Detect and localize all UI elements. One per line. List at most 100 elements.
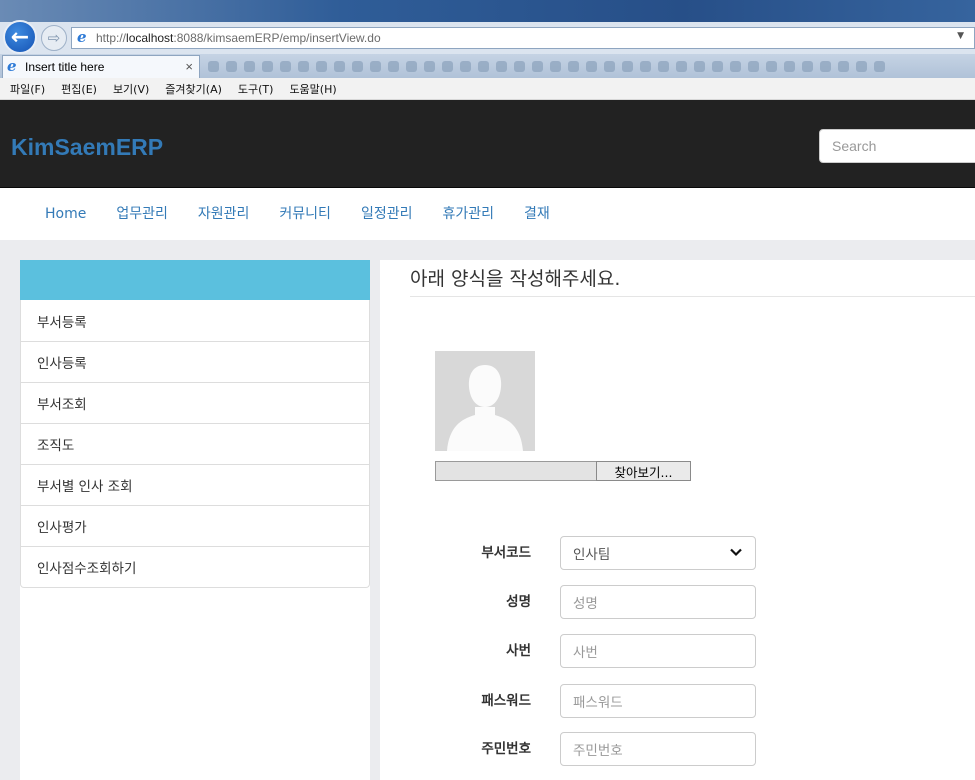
toolbar-icon[interactable] xyxy=(640,60,651,72)
toolbar-icon[interactable] xyxy=(406,60,417,72)
toolbar-icon[interactable] xyxy=(316,60,327,72)
toolbar-icon[interactable] xyxy=(280,60,291,72)
menu-edit[interactable]: 편집(E) xyxy=(61,81,97,97)
toolbar-icon[interactable] xyxy=(226,60,237,72)
nav-community[interactable]: 커뮤니티 xyxy=(264,188,346,240)
toolbar-icon[interactable] xyxy=(874,60,885,72)
toolbar-icon[interactable] xyxy=(802,60,813,72)
dept-row: 부서코드 인사팀 xyxy=(435,536,765,570)
tab-insert-title[interactable]: e Insert title here × xyxy=(2,55,200,78)
url-text: http://localhost:8088/kimsaemERP/emp/ins… xyxy=(96,31,381,45)
nav-resources[interactable]: 자원관리 xyxy=(183,188,265,240)
ie-logo-icon: e xyxy=(77,28,87,46)
chevron-down-icon xyxy=(730,548,742,557)
toolbar-icon[interactable] xyxy=(388,60,399,72)
toolbar-icon[interactable] xyxy=(244,60,255,72)
toolbar-icon[interactable] xyxy=(820,60,831,72)
sidebar-item-hr-register[interactable]: 인사등록 xyxy=(21,341,369,382)
page: KimSaemERP Search Home 업무관리 자원관리 커뮤니티 일정… xyxy=(0,100,975,780)
sidebar-item-org-chart[interactable]: 조직도 xyxy=(21,423,369,464)
nav-schedule[interactable]: 일정관리 xyxy=(346,188,428,240)
toolbar-icon[interactable] xyxy=(514,60,525,72)
toolbar-icon[interactable] xyxy=(352,60,363,72)
url-dropdown-icon[interactable]: ▼ xyxy=(957,31,964,41)
ssn-placeholder: 주민번호 xyxy=(573,743,623,759)
toolbar-icon[interactable] xyxy=(334,60,345,72)
back-button[interactable]: ← xyxy=(3,20,37,54)
menu-view[interactable]: 보기(V) xyxy=(113,81,149,97)
person-silhouette-icon xyxy=(435,351,535,451)
ssn-field[interactable]: 주민번호 xyxy=(560,732,756,766)
url-field[interactable]: e http://localhost:8088/kimsaemERP/emp/i… xyxy=(71,27,975,49)
toolbar-icon[interactable] xyxy=(622,60,633,72)
toolbar-icon[interactable] xyxy=(442,60,453,72)
sidebar-header xyxy=(20,260,370,300)
toolbar-icon[interactable] xyxy=(676,60,687,72)
menu-help[interactable]: 도움말(H) xyxy=(289,81,336,97)
file-path-field[interactable] xyxy=(435,461,596,481)
empno-label: 사번 xyxy=(506,643,531,659)
toolbar-icon[interactable] xyxy=(532,60,543,72)
toolbar-icon[interactable] xyxy=(694,60,705,72)
close-icon[interactable]: × xyxy=(185,59,193,74)
password-placeholder: 패스워드 xyxy=(573,695,623,711)
sidebar-item-hr-score[interactable]: 인사점수조회하기 xyxy=(21,546,369,587)
toolbar-icon[interactable] xyxy=(460,60,471,72)
empno-field[interactable]: 사번 xyxy=(560,634,756,668)
toolbar-icon[interactable] xyxy=(730,60,741,72)
toolbar-icon[interactable] xyxy=(298,60,309,72)
toolbar-icon[interactable] xyxy=(658,60,669,72)
sidebar-item-dept-search[interactable]: 부서조회 xyxy=(21,382,369,423)
sidebar: 부서등록 인사등록 부서조회 조직도 부서별 인사 조회 인사평가 인사점수조회… xyxy=(20,260,370,780)
password-field[interactable]: 패스워드 xyxy=(560,684,756,718)
browse-button[interactable]: 찾아보기... xyxy=(596,461,691,481)
nav-approval[interactable]: 결재 xyxy=(509,188,565,240)
toolbar-icon[interactable] xyxy=(856,60,867,72)
dept-label: 부서코드 xyxy=(481,545,531,561)
sidebar-item-dept-register[interactable]: 부서등록 xyxy=(21,300,369,341)
tab-title: Insert title here xyxy=(25,60,105,74)
menu-favorites[interactable]: 즐겨찾기(A) xyxy=(165,81,222,97)
sidebar-list: 부서등록 인사등록 부서조회 조직도 부서별 인사 조회 인사평가 인사점수조회… xyxy=(20,300,370,588)
empno-placeholder: 사번 xyxy=(573,645,598,661)
password-label: 패스워드 xyxy=(481,693,531,709)
toolbar-icon[interactable] xyxy=(424,60,435,72)
toolbar-icon[interactable] xyxy=(784,60,795,72)
toolbar-icon[interactable] xyxy=(766,60,777,72)
search-placeholder: Search xyxy=(832,138,877,154)
menu-file[interactable]: 파일(F) xyxy=(10,81,45,97)
empno-row: 사번 사번 xyxy=(435,634,765,668)
nav-home[interactable]: Home xyxy=(30,188,101,240)
password-row: 패스워드 패스워드 xyxy=(435,684,765,718)
sidebar-item-hr-by-dept[interactable]: 부서별 인사 조회 xyxy=(21,464,369,505)
name-field[interactable]: 성명 xyxy=(560,585,756,619)
nav-work[interactable]: 업무관리 xyxy=(101,188,183,240)
forward-button[interactable]: ⇨ xyxy=(41,25,67,51)
toolbar-icon[interactable] xyxy=(748,60,759,72)
toolbar-icon[interactable] xyxy=(712,60,723,72)
search-input[interactable]: Search xyxy=(819,129,975,163)
name-row: 성명 성명 xyxy=(435,585,765,619)
toolbar-icon[interactable] xyxy=(550,60,561,72)
menu-tools[interactable]: 도구(T) xyxy=(238,81,274,97)
dept-select[interactable]: 인사팀 xyxy=(560,536,756,570)
toolbar-icon[interactable] xyxy=(370,60,381,72)
sidebar-item-hr-evaluation[interactable]: 인사평가 xyxy=(21,505,369,546)
toolbar-icon[interactable] xyxy=(208,60,219,72)
toolbar-icon[interactable] xyxy=(604,60,615,72)
toolbar-icon[interactable] xyxy=(478,60,489,72)
forward-arrow-icon: ⇨ xyxy=(47,29,61,47)
ssn-label: 주민번호 xyxy=(481,741,531,757)
avatar xyxy=(435,351,535,451)
main-content: 아래 양식을 작성해주세요. 찾아보기... 부서코드 인사팀 성명 성명 사번… xyxy=(380,260,975,780)
toolbar-icon[interactable] xyxy=(586,60,597,72)
nav-vacation[interactable]: 휴가관리 xyxy=(427,188,509,240)
toolbar-icon[interactable] xyxy=(496,60,507,72)
ie-logo-icon: e xyxy=(7,57,17,75)
file-upload: 찾아보기... xyxy=(435,461,691,481)
brand-logo[interactable]: KimSaemERP xyxy=(11,134,163,161)
toolbar-icon[interactable] xyxy=(568,60,579,72)
menu-bar: 파일(F) 편집(E) 보기(V) 즐겨찾기(A) 도구(T) 도움말(H) xyxy=(0,78,975,100)
toolbar-icon[interactable] xyxy=(838,60,849,72)
toolbar-icon[interactable] xyxy=(262,60,273,72)
